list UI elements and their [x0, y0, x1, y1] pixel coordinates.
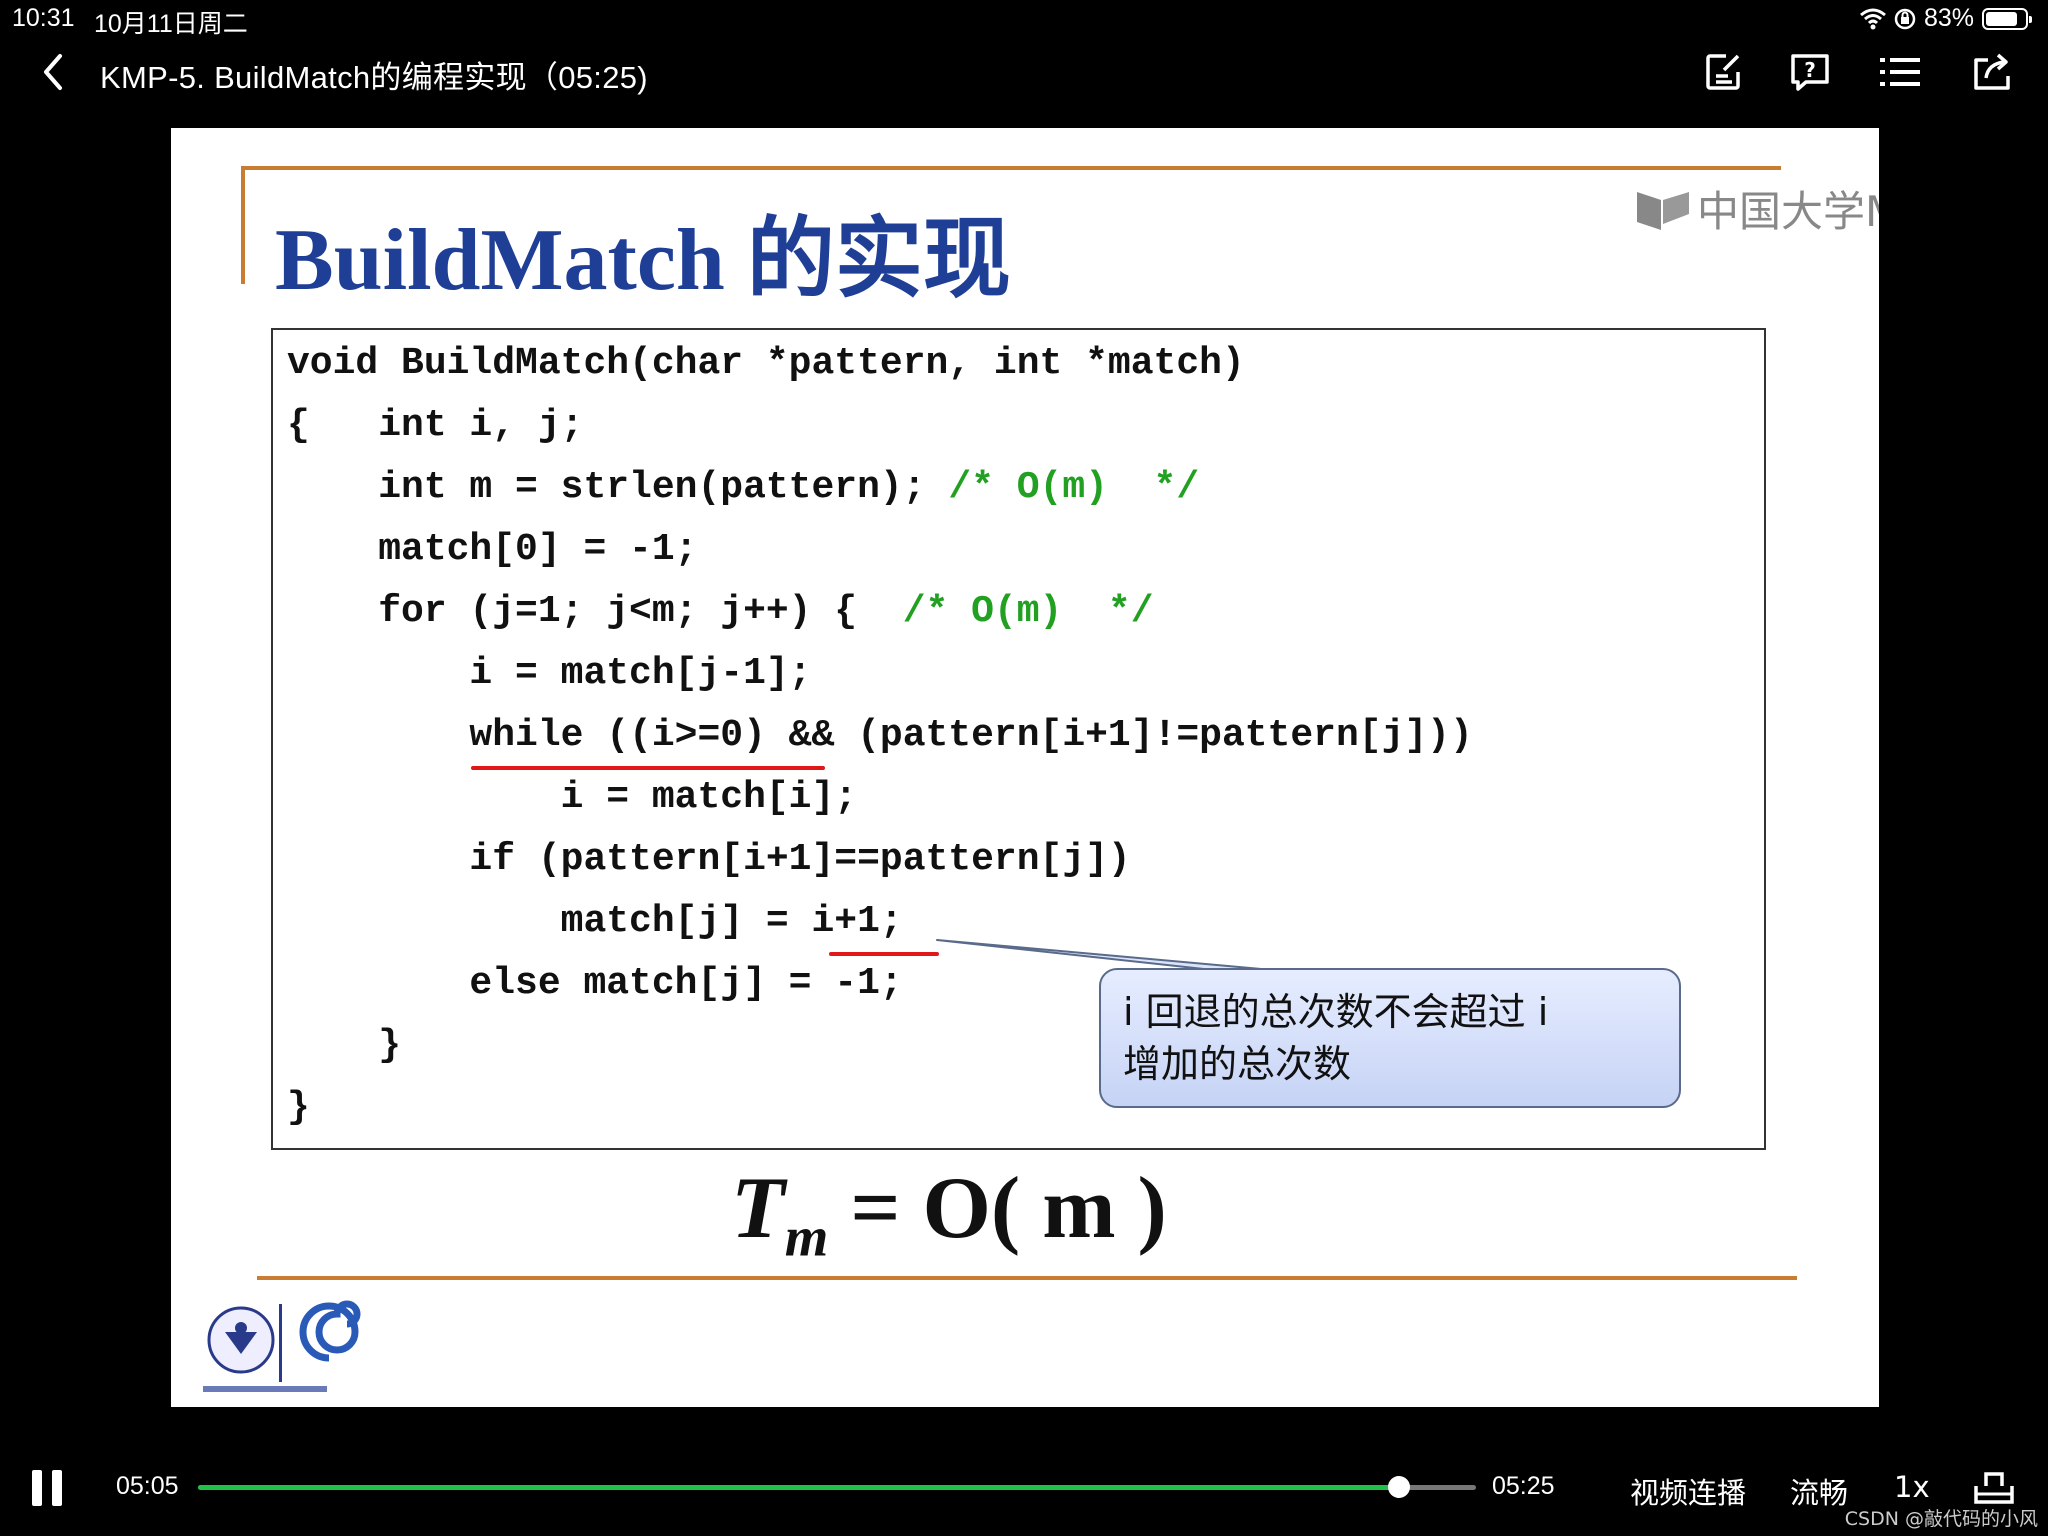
complexity-formula: Tm = O( m )	[731, 1158, 1167, 1270]
callout-line: 增加的总次数	[1123, 1042, 1352, 1086]
code-line: if (pattern[i+1]==pattern[j])	[287, 838, 1131, 881]
csdn-watermark: CSDN @敲代码的小风	[1844, 1508, 2038, 1530]
svg-text:?: ?	[1804, 58, 1816, 82]
status-time: 10:31	[12, 4, 75, 32]
orientation-lock-icon	[1894, 8, 1916, 29]
red-underline-while	[471, 766, 825, 770]
note-button[interactable]	[1702, 50, 1746, 94]
video-frame[interactable]: BuildMatch 的实现 中国大学M void BuildMatch(cha…	[171, 128, 1879, 1407]
code-line: match[0] = -1;	[287, 528, 698, 571]
continuous-play-toggle[interactable]: 视频连播	[1630, 1470, 1746, 1512]
battery-level	[1986, 11, 2017, 26]
mooc-logo-icon	[1637, 191, 1689, 230]
status-bar: 10:31 10月11日周二 83%	[0, 0, 2048, 40]
share-icon	[1974, 53, 2010, 90]
battery-percent: 83%	[1923, 4, 1974, 32]
pause-icon	[32, 1470, 42, 1506]
code-line: { int i, j;	[287, 404, 584, 447]
quality-selector[interactable]: 流畅	[1790, 1470, 1848, 1512]
code-comment: /* O(m) */	[925, 466, 1200, 509]
player-controls: 05:05 05:25 视频连播 流畅 1x CSDN @敲代码的小风	[0, 1440, 2048, 1536]
progress-thumb[interactable]	[1388, 1476, 1411, 1498]
university-logo-icon	[203, 1300, 361, 1392]
question-button[interactable]: ?	[1788, 50, 1832, 94]
code-line: i = match[j-1];	[287, 652, 812, 695]
video-title: KMP-5. BuildMatch的编程实现（05:25)	[100, 60, 648, 95]
mooc-watermark: 中国大学M	[1633, 178, 1879, 239]
catalog-button[interactable]	[1878, 50, 1922, 94]
slide-top-rule	[241, 166, 1781, 170]
slide-side-rule	[241, 166, 245, 284]
status-indicators: 83%	[1859, 4, 2032, 33]
slide-bottom-rule	[257, 1276, 1797, 1280]
code-block: void BuildMatch(char *pattern, int *matc…	[271, 328, 1766, 1150]
total-time: 05:25	[1492, 1472, 1555, 1500]
code-comment: /* O(m) */	[857, 590, 1154, 633]
title-bar: KMP-5. BuildMatch的编程实现（05:25) ?	[0, 40, 2048, 104]
code-line: int m = strlen(pattern); /* O(m) */	[287, 466, 1200, 509]
formula-t: T	[731, 1160, 785, 1257]
code-line: while ((i>=0) && (pattern[i+1]!=pattern[…	[287, 714, 1473, 757]
callout-line: i 回退的总次数不会超过 i	[1123, 990, 1549, 1034]
list-icon	[1880, 58, 1920, 86]
code-line: for (j=1; j<m; j++) { /* O(m) */	[287, 590, 1154, 633]
pause-icon-bar	[52, 1470, 62, 1506]
callout-box: i 回退的总次数不会超过 i 增加的总次数	[1099, 968, 1681, 1108]
code-line: }	[287, 1086, 310, 1129]
formula-rest: = O( m )	[828, 1160, 1167, 1257]
code-line: void BuildMatch(char *pattern, int *matc…	[287, 342, 1245, 385]
progress-bar[interactable]	[198, 1476, 1476, 1498]
note-edit-icon	[1706, 54, 1740, 90]
watermark-text: 中国大学M	[1697, 187, 1879, 236]
wifi-icon	[1859, 8, 1886, 29]
progress-fill	[198, 1485, 1400, 1490]
status-date: 10月11日周二	[94, 10, 248, 38]
code-line: else match[j] = -1;	[287, 962, 903, 1005]
share-button[interactable]	[1970, 50, 2014, 94]
battery-icon	[1982, 7, 2032, 30]
question-icon: ?	[1791, 54, 1829, 91]
code-line: match[j] = i+1;	[287, 900, 903, 943]
red-underline-i-plus-1	[829, 952, 939, 956]
current-time: 05:05	[116, 1472, 179, 1500]
back-button[interactable]	[34, 50, 74, 94]
formula-sub: m	[784, 1206, 829, 1269]
code-line: i = match[i];	[287, 776, 858, 819]
speed-selector[interactable]: 1x	[1894, 1470, 1930, 1504]
pause-button[interactable]	[32, 1470, 64, 1506]
back-icon	[44, 54, 62, 90]
slide-title: BuildMatch 的实现	[275, 212, 1011, 309]
code-line: }	[287, 1024, 402, 1067]
